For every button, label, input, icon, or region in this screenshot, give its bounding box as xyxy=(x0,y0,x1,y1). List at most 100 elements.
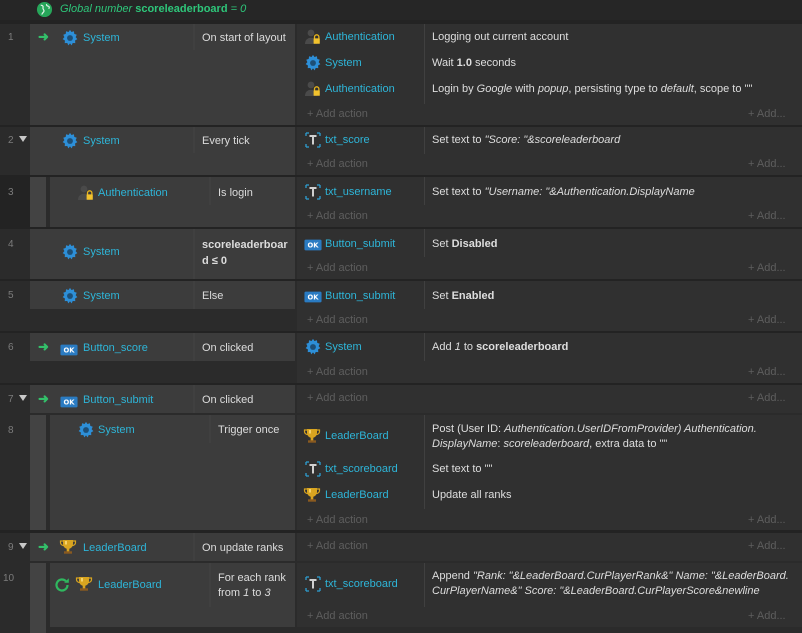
add-button[interactable]: + Add... xyxy=(748,366,786,378)
action-text[interactable]: Update all ranks xyxy=(432,488,512,503)
action-separator xyxy=(424,177,425,205)
condition-object[interactable]: Authentication xyxy=(98,187,168,199)
action-object[interactable]: Authentication xyxy=(325,31,395,43)
action-object[interactable]: System xyxy=(325,341,362,353)
condition-object[interactable]: System xyxy=(83,32,120,44)
condition-object[interactable]: System xyxy=(83,246,120,258)
condition-separator xyxy=(193,127,195,153)
add-action-button[interactable]: + Add action xyxy=(307,314,368,326)
add-action-button[interactable]: + Add action xyxy=(307,392,368,404)
action-text[interactable]: Add 1 to scoreleaderboard xyxy=(432,340,568,355)
condition-object[interactable]: System xyxy=(83,135,120,147)
condition-text[interactable]: On clicked xyxy=(202,394,253,406)
action-text[interactable]: Wait 1.0 seconds xyxy=(432,56,516,71)
condition-text[interactable]: Every tick xyxy=(202,135,250,147)
action-object[interactable]: txt_score xyxy=(325,134,370,146)
add-action-button[interactable]: + Add action xyxy=(307,158,368,170)
action-object[interactable]: Button_submit xyxy=(325,290,395,302)
action-separator xyxy=(424,127,425,154)
action-text[interactable]: Set Disabled xyxy=(432,237,497,252)
event-number: 3 xyxy=(8,187,14,198)
add-action-button[interactable]: + Add action xyxy=(307,366,368,378)
trigger-arrow-icon: ➜ xyxy=(38,339,49,354)
condition-text[interactable]: Else xyxy=(202,290,223,302)
action-text[interactable]: Append "Rank: "&LeaderBoard.CurPlayerRan… xyxy=(432,569,789,599)
action-separator xyxy=(424,415,425,509)
add-button[interactable]: + Add... xyxy=(748,108,786,120)
action-object[interactable]: Authentication xyxy=(325,83,395,95)
event-number: 5 xyxy=(8,290,14,301)
event-number: 2 xyxy=(8,135,14,146)
condition-object[interactable]: Button_submit xyxy=(83,394,153,406)
event-number: 4 xyxy=(8,239,14,250)
condition-separator xyxy=(193,229,195,279)
add-button[interactable]: + Add... xyxy=(748,210,786,222)
condition-object[interactable]: LeaderBoard xyxy=(83,542,147,554)
authentication-icon xyxy=(304,28,322,46)
add-action-button[interactable]: + Add action xyxy=(307,540,368,552)
indent-bar xyxy=(30,563,46,633)
condition-text[interactable]: On update ranks xyxy=(202,542,283,554)
add-button[interactable]: + Add... xyxy=(748,158,786,170)
action-text[interactable]: Post (User ID: Authentication.UserIDFrom… xyxy=(432,422,757,452)
condition-separator xyxy=(193,333,195,361)
condition-separator xyxy=(209,177,211,205)
text-object-icon xyxy=(304,131,322,149)
condition-object[interactable]: System xyxy=(83,290,120,302)
authentication-icon xyxy=(77,184,95,202)
system-gear-icon xyxy=(304,338,322,356)
condition-object[interactable]: LeaderBoard xyxy=(98,579,162,591)
condition-text[interactable]: For each rank from 1 to 3 xyxy=(218,571,286,601)
action-object[interactable]: System xyxy=(325,57,362,69)
add-button[interactable]: + Add... xyxy=(748,610,786,622)
add-action-button[interactable]: + Add action xyxy=(307,210,368,222)
action-object[interactable]: txt_scoreboard xyxy=(325,578,398,590)
event-number: 1 xyxy=(8,32,14,43)
button-object-icon xyxy=(304,236,322,254)
action-object[interactable]: LeaderBoard xyxy=(325,430,389,442)
condition-text[interactable]: scoreleaderboard ≤ 0 xyxy=(202,237,292,269)
condition-text[interactable]: Is login xyxy=(218,187,253,199)
trigger-arrow-icon: ➜ xyxy=(38,391,49,406)
add-action-button[interactable]: + Add action xyxy=(307,108,368,120)
action-text[interactable]: Login by Google with popup, persisting t… xyxy=(432,82,752,97)
action-object[interactable]: txt_username xyxy=(325,186,392,198)
action-separator xyxy=(424,24,425,104)
trophy-icon xyxy=(303,486,321,504)
add-button[interactable]: + Add... xyxy=(748,262,786,274)
add-button[interactable]: + Add... xyxy=(748,314,786,326)
condition-separator xyxy=(193,385,195,413)
action-text[interactable]: Logging out current account xyxy=(432,30,568,45)
loop-icon xyxy=(53,576,71,594)
trophy-icon xyxy=(303,427,321,445)
add-action-button[interactable]: + Add action xyxy=(307,514,368,526)
action-text[interactable]: Set Enabled xyxy=(432,289,494,304)
condition-text[interactable]: On start of layout xyxy=(202,32,286,44)
add-action-button[interactable]: + Add action xyxy=(307,262,368,274)
system-gear-icon xyxy=(61,29,79,47)
add-action-button[interactable]: + Add action xyxy=(307,610,368,622)
collapse-triangle-icon[interactable] xyxy=(19,543,27,549)
action-object[interactable]: LeaderBoard xyxy=(325,489,389,501)
add-button[interactable]: + Add... xyxy=(748,392,786,404)
condition-text[interactable]: Trigger once xyxy=(218,424,279,436)
action-object[interactable]: txt_scoreboard xyxy=(325,463,398,475)
system-gear-icon xyxy=(61,132,79,150)
add-button[interactable]: + Add... xyxy=(748,514,786,526)
action-object[interactable]: Button_submit xyxy=(325,238,395,250)
action-text[interactable]: Set text to "Username: "&Authentication.… xyxy=(432,185,695,200)
add-button[interactable]: + Add... xyxy=(748,540,786,552)
action-separator xyxy=(424,333,425,361)
global-variable-row[interactable]: Global number scoreleaderboard = 0 xyxy=(0,0,802,20)
action-text[interactable]: Set text to "Score: "&scoreleaderboard xyxy=(432,133,620,148)
event-number: 6 xyxy=(8,342,14,353)
condition-text[interactable]: On clicked xyxy=(202,342,253,354)
condition-object[interactable]: System xyxy=(98,424,135,436)
collapse-triangle-icon[interactable] xyxy=(19,136,27,142)
action-text[interactable]: Set text to "" xyxy=(432,462,492,477)
collapse-triangle-icon[interactable] xyxy=(19,395,27,401)
system-gear-icon xyxy=(304,54,322,72)
actions-block xyxy=(297,281,802,331)
condition-object[interactable]: Button_score xyxy=(83,342,148,354)
global-variable-text: Global number scoreleaderboard = 0 xyxy=(60,3,247,15)
